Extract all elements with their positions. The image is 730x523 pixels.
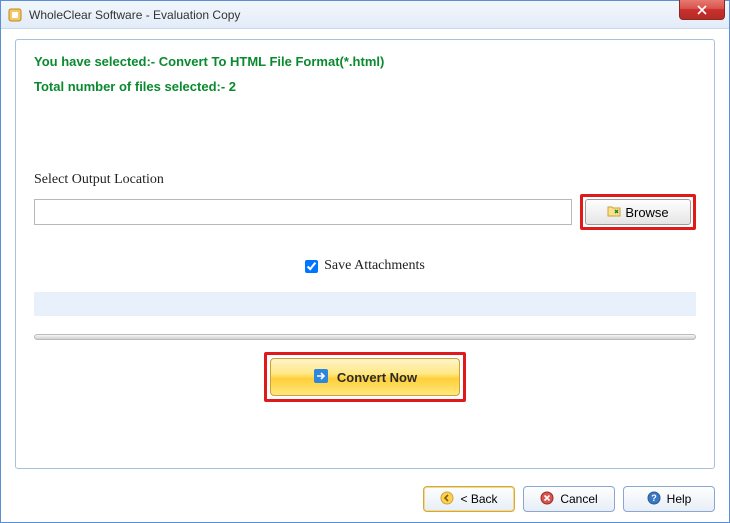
save-attachments-checkbox[interactable]	[305, 260, 318, 273]
selection-summary: You have selected:- Convert To HTML File…	[34, 54, 696, 69]
cancel-icon	[540, 491, 554, 508]
app-icon	[7, 7, 23, 23]
help-label: Help	[667, 492, 692, 506]
convert-highlight: Convert Now	[264, 352, 466, 402]
cancel-label: Cancel	[560, 492, 597, 506]
convert-label: Convert Now	[337, 370, 417, 385]
content-area: You have selected:- Convert To HTML File…	[1, 29, 729, 522]
browse-highlight: Browse	[580, 194, 696, 230]
convert-arrow-icon	[313, 368, 329, 387]
app-window: WholeClear Software - Evaluation Copy Yo…	[0, 0, 730, 523]
separator-bar	[34, 334, 696, 340]
help-icon: ?	[647, 491, 661, 508]
output-row: Browse	[34, 194, 696, 230]
save-attachments-label: Save Attachments	[324, 258, 425, 274]
cancel-button[interactable]: Cancel	[523, 486, 615, 512]
convert-row: Convert Now	[34, 352, 696, 402]
back-arrow-icon	[440, 491, 454, 508]
file-count-summary: Total number of files selected:- 2	[34, 79, 696, 94]
close-button[interactable]	[679, 0, 725, 20]
convert-now-button[interactable]: Convert Now	[270, 358, 460, 396]
browse-label: Browse	[625, 205, 668, 220]
output-location-input[interactable]	[34, 199, 572, 225]
back-label: < Back	[460, 492, 497, 506]
back-button[interactable]: < Back	[423, 486, 515, 512]
svg-text:?: ?	[651, 493, 657, 503]
browse-button[interactable]: Browse	[585, 199, 691, 225]
folder-icon	[607, 205, 621, 220]
progress-placeholder	[34, 292, 696, 316]
main-panel: You have selected:- Convert To HTML File…	[15, 39, 715, 469]
footer-bar: < Back Cancel ? Help	[15, 486, 715, 512]
output-location-label: Select Output Location	[34, 172, 696, 188]
save-attachments-row: Save Attachments	[34, 258, 696, 274]
titlebar: WholeClear Software - Evaluation Copy	[1, 1, 729, 29]
window-title: WholeClear Software - Evaluation Copy	[29, 8, 240, 22]
help-button[interactable]: ? Help	[623, 486, 715, 512]
